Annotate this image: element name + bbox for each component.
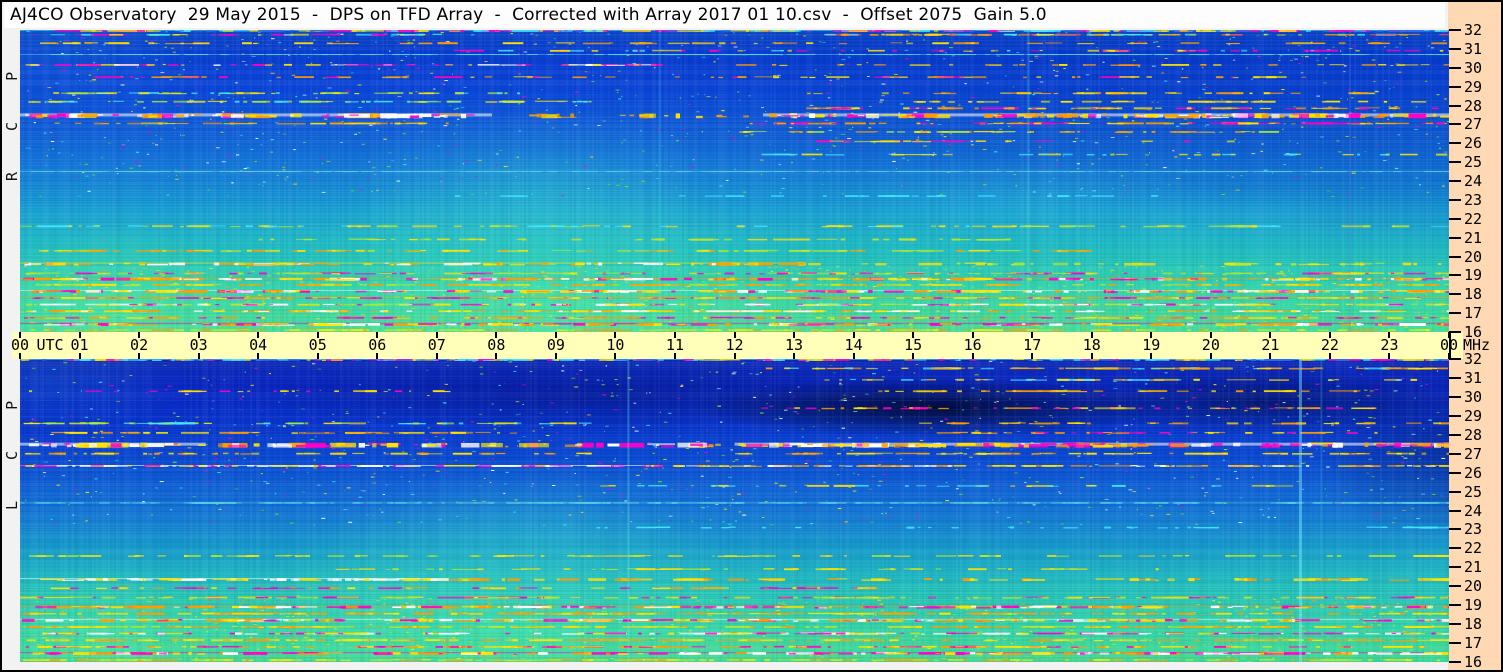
freq-tick-label: 32 [1464,350,1483,368]
freq-tick-label: 25 [1464,153,1483,172]
freq-tick [1449,180,1461,182]
freq-tick-label: 31 [1464,368,1483,387]
freq-tick-label: 30 [1464,387,1483,406]
freq-tick [1449,161,1461,164]
freq-tick-label: 23 [1464,190,1483,209]
time-tick-label: 18 [1082,336,1101,354]
freq-tick-label: 25 [1464,482,1483,501]
time-tick-label: 05 [308,336,327,354]
freq-tick [1449,623,1461,626]
freq-tick [1449,293,1461,296]
freq-tick-label: 17 [1464,634,1483,653]
time-tick-label: 21 [1261,336,1280,354]
freq-tick [1449,66,1461,69]
freq-tick [1449,376,1461,379]
freq-tick-label: 20 [1464,247,1483,266]
freq-tick [1449,198,1461,201]
time-tick-label: 23 [1380,336,1399,354]
freq-tick-label: 28 [1464,425,1483,444]
freq-tick [1449,47,1461,50]
time-tick-label: 19 [1142,336,1161,354]
freq-tick [1449,661,1461,663]
freq-tick [1449,85,1461,88]
time-tick-label: 04 [249,336,268,354]
freq-tick-label: 22 [1464,539,1483,558]
freq-tick-label: 16 [1464,653,1483,671]
time-tick-label: 13 [785,336,804,354]
freq-tick [1449,452,1461,455]
freq-tick-label: 29 [1464,406,1483,425]
freq-tick-label: 27 [1464,115,1483,134]
freq-tick [1449,566,1461,569]
freq-tick-label: 26 [1464,463,1483,482]
freq-tick-label: 32 [1464,21,1483,39]
time-tick-label: 06 [368,336,387,354]
freq-tick-label: 18 [1464,615,1483,634]
freq-tick-label: 24 [1464,172,1483,190]
time-axis-utc-label: UTC [36,336,64,354]
axis-joint-line [1449,332,1451,359]
freq-tick [1449,604,1461,607]
freq-tick [1449,123,1461,126]
freq-tick [1449,312,1461,315]
time-tick-label: 17 [1023,336,1042,354]
time-tick-label: 16 [963,336,982,354]
freq-tick-label: 17 [1464,304,1483,323]
time-tick-label: 12 [725,336,744,354]
freq-tick [1449,414,1461,417]
freq-tick [1449,274,1461,277]
freq-tick-label: 19 [1464,596,1483,615]
freq-tick [1449,433,1461,436]
freq-tick [1449,255,1461,258]
freq-tick-label: 31 [1464,39,1483,58]
freq-tick-label: 19 [1464,266,1483,285]
time-tick-label: 14 [844,336,863,354]
freq-tick [1449,471,1461,474]
freq-tick-label: 24 [1464,501,1483,520]
freq-tick [1449,217,1461,220]
time-tick-label: 02 [130,336,149,354]
freq-tick [1449,29,1461,31]
title-bar: AJ4CO Observatory 29 May 2015 - DPS on T… [4,2,1445,28]
time-tick-label: 10 [606,336,625,354]
freq-tick [1449,104,1461,107]
freq-tick-label: 30 [1464,58,1483,77]
freq-tick [1449,528,1461,531]
time-tick-label: 09 [546,336,565,354]
freq-tick [1449,547,1461,550]
rcp-spectrogram [20,30,1449,332]
time-tick-label: 15 [904,336,923,354]
freq-tick-label: 18 [1464,285,1483,304]
time-tick-label: 08 [487,336,506,354]
time-tick-label: 20 [1201,336,1220,354]
freq-tick-label: 26 [1464,134,1483,153]
freq-tick [1449,236,1461,239]
freq-tick-label: 21 [1464,558,1483,577]
freq-tick [1449,585,1461,588]
freq-tick-label: 29 [1464,77,1483,96]
spectrogram-window: AJ4CO Observatory 29 May 2015 - DPS on T… [0,0,1503,672]
freq-tick [1449,642,1461,645]
time-tick-label: 03 [189,336,208,354]
freq-tick [1449,395,1461,398]
freq-tick [1449,142,1461,145]
time-tick-label: 11 [665,336,684,354]
page-title: AJ4CO Observatory 29 May 2015 - DPS on T… [10,5,1047,25]
freq-tick [1449,490,1461,493]
freq-tick-label: 22 [1464,209,1483,228]
time-axis: 00 01 02 03 04 05 06 07 08 09 10 11 12 13 14 15 16 17 18 19… [11,332,1463,359]
freq-tick-label: 16 [1464,323,1483,341]
time-tick-label: 22 [1320,336,1339,354]
freq-tick-label: 27 [1464,444,1483,463]
freq-tick-label: 20 [1464,577,1483,596]
lcp-spectrogram [20,359,1449,662]
freq-tick [1449,509,1461,512]
time-tick-label: 07 [427,336,446,354]
freq-tick-label: 28 [1464,96,1483,115]
freq-tick-label: 21 [1464,228,1483,247]
freq-tick-label: 23 [1464,520,1483,539]
